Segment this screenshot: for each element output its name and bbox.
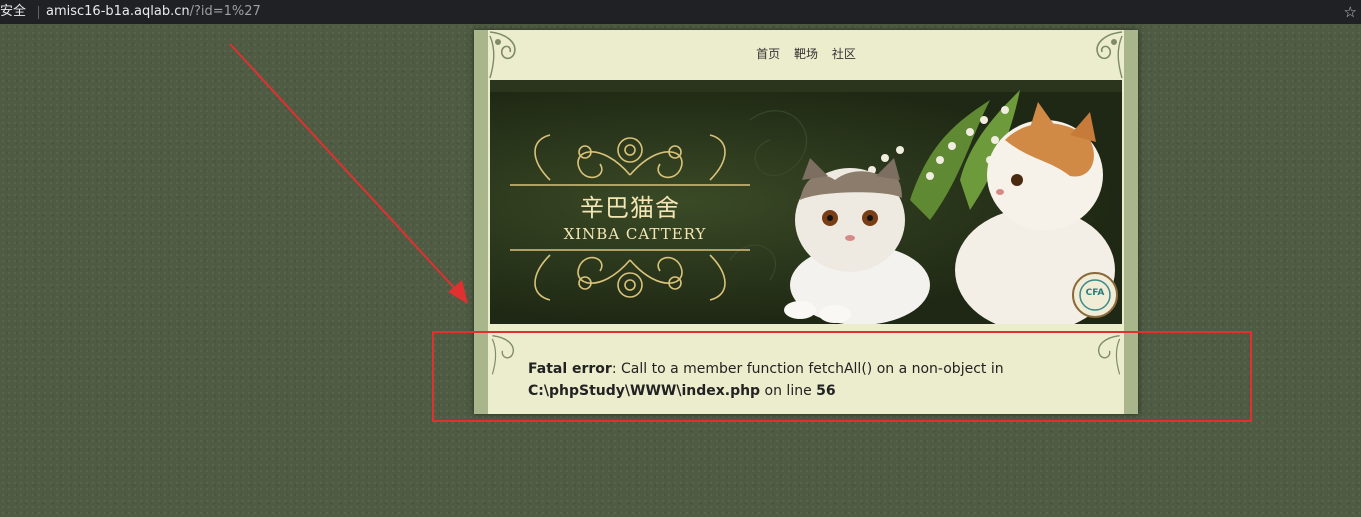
annotation-highlight-box — [432, 331, 1252, 422]
annotation-arrow-icon — [229, 43, 468, 304]
